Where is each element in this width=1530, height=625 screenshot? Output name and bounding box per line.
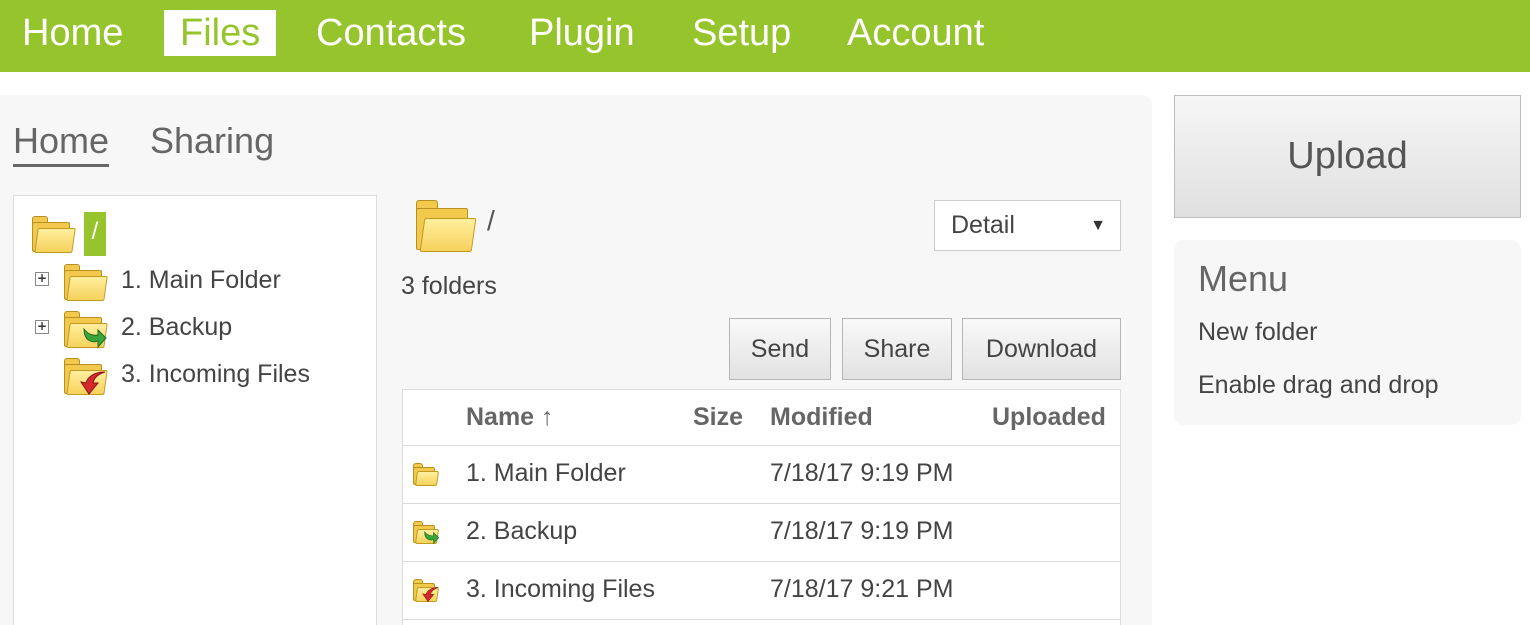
current-path: / (487, 205, 495, 236)
menu-title: Menu (1198, 258, 1289, 299)
tree-item-incoming-files[interactable]: 3. Incoming Files (121, 360, 310, 389)
new-folder-link[interactable]: New folder (1198, 318, 1318, 347)
tab-home[interactable]: Home (13, 120, 110, 167)
incoming-arrow-icon (422, 587, 439, 602)
row-modified: 7/18/17 9:19 PM (770, 459, 954, 487)
incoming-folder-icon (412, 577, 440, 603)
tab-sharing[interactable]: Sharing (150, 120, 274, 162)
view-mode-select[interactable]: Detail ▼ (934, 200, 1121, 251)
share-button[interactable]: Share (842, 318, 952, 380)
expand-icon[interactable]: + (35, 320, 49, 334)
file-table: Name ↑ Size Modified Uploaded 1. Main Fo… (402, 389, 1121, 625)
nav-item-setup[interactable]: Setup (676, 10, 807, 56)
table-row[interactable]: 1. Main Folder 7/18/17 9:19 PM (403, 445, 1120, 503)
expand-icon[interactable]: + (35, 272, 49, 286)
row-name: 2. Backup (466, 517, 578, 545)
view-mode-value: Detail (951, 211, 1015, 239)
current-folder-icon (413, 196, 477, 254)
row-name: 3. Incoming Files (466, 575, 655, 603)
tree-item-main-folder[interactable]: 1. Main Folder (121, 266, 281, 295)
nav-item-files[interactable]: Files (164, 10, 277, 56)
folder-count: 3 folders (401, 272, 497, 300)
row-modified: 7/18/17 9:21 PM (770, 575, 954, 603)
column-header-uploaded[interactable]: Uploaded (992, 403, 1106, 432)
table-row (403, 619, 1120, 625)
column-header-name[interactable]: Name ↑ (466, 403, 554, 432)
backup-folder-icon (412, 519, 440, 545)
send-button[interactable]: Send (729, 318, 831, 380)
nav-item-home[interactable]: Home (6, 10, 139, 56)
upload-button[interactable]: Upload (1174, 95, 1521, 218)
row-modified: 7/18/17 9:19 PM (770, 517, 954, 545)
row-name: 1. Main Folder (466, 459, 626, 487)
column-header-modified[interactable]: Modified (770, 403, 873, 432)
nav-item-plugin[interactable]: Plugin (513, 10, 651, 56)
nav-item-account[interactable]: Account (831, 10, 1000, 56)
backup-arrow-icon (83, 327, 107, 349)
nav-item-contacts[interactable]: Contacts (300, 10, 482, 56)
column-header-size[interactable]: Size (693, 403, 743, 432)
incoming-folder-icon[interactable] (62, 354, 108, 396)
download-button[interactable]: Download (962, 318, 1121, 380)
top-nav-bar: Home Files Contacts Plugin Setup Account (0, 0, 1530, 72)
backup-arrow-icon (424, 530, 440, 545)
tree-item-backup[interactable]: 2. Backup (121, 313, 232, 342)
menu-panel: Menu New folder Enable drag and drop (1174, 240, 1521, 425)
folder-icon (412, 461, 440, 487)
enable-drag-drop-link[interactable]: Enable drag and drop (1198, 371, 1438, 400)
backup-folder-icon[interactable] (62, 307, 108, 349)
folder-icon[interactable] (62, 260, 108, 302)
folder-icon[interactable] (30, 212, 76, 254)
tree-root-label[interactable]: / (84, 212, 106, 256)
table-row[interactable]: 2. Backup 7/18/17 9:19 PM (403, 503, 1120, 561)
dropdown-arrow-icon: ▼ (1090, 217, 1106, 234)
incoming-arrow-icon (79, 371, 106, 395)
table-row[interactable]: 3. Incoming Files 7/18/17 9:21 PM (403, 561, 1120, 619)
